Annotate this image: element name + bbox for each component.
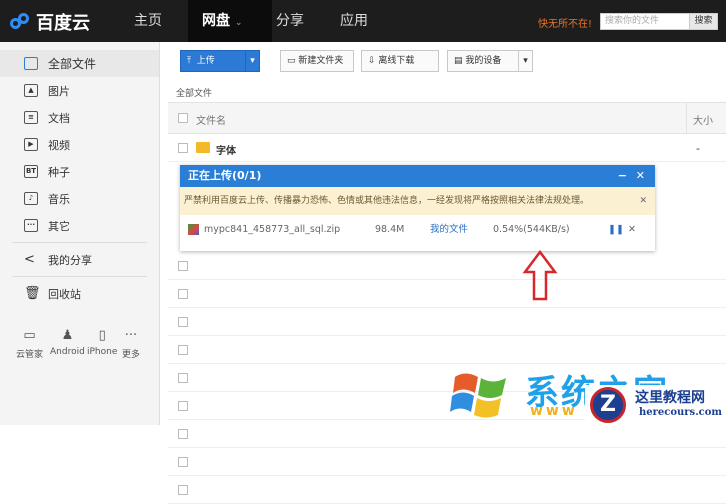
more-icon: ··· (24, 219, 38, 232)
document-icon: ≡ (24, 111, 38, 124)
sidebar-item-images[interactable]: ▲ 图片 (0, 77, 159, 104)
logo[interactable]: 百度云 (10, 9, 90, 35)
windows-flag-icon (450, 373, 506, 418)
close-icon[interactable]: ✕ (639, 187, 647, 215)
search-input[interactable]: 搜索你的文件 搜索 (600, 13, 718, 30)
warning-banner: 严禁利用百度云上传、传播暴力恐怖、色情或其他违法信息，一经发现将严格按照相关法律… (180, 187, 655, 215)
upload-icon: ⤒ (187, 56, 191, 66)
table-row[interactable] (168, 280, 726, 308)
select-all-checkbox[interactable] (178, 113, 188, 123)
minimize-icon[interactable]: − (618, 165, 627, 187)
watermark-brand2: Z 这里教程网 herecours.com (585, 385, 726, 425)
chevron-down-icon: ⌄ (234, 18, 243, 28)
divider (12, 276, 147, 277)
sidebar-item-docs[interactable]: ≡ 文档 (0, 104, 159, 131)
toolbar: ⤒ 上传 ▾ ▭ 新建文件夹 ⇩ 离线下载 ▤ 我的设备 ▾ (160, 42, 726, 78)
image-icon: ▲ (24, 84, 38, 97)
row-checkbox[interactable] (178, 429, 188, 439)
red-arrow-annotation (522, 250, 558, 301)
offline-download-button[interactable]: ⇩ 离线下载 (361, 50, 439, 72)
watermark-brand1-url: www (530, 403, 578, 419)
device-more[interactable]: ··· 更多 (122, 328, 140, 360)
upload-item: mypc841_458773_all_sql.zip 98.4M 我的文件 0.… (180, 215, 655, 245)
row-checkbox[interactable] (178, 289, 188, 299)
device-android[interactable]: ♟ Android (50, 328, 85, 357)
android-icon: ♟ (61, 328, 74, 343)
upload-panel: 正在上传(0/1) − ✕ 严禁利用百度云上传、传播暴力恐怖、色情或其他违法信息… (180, 165, 655, 251)
device-pc[interactable]: ▭ 云管家 (16, 328, 43, 360)
top-bar: 百度云 主页 网盘 ⌄ 分享 应用 快无所不在! 搜索你的文件 搜索 (0, 0, 726, 42)
nav-netdisk[interactable]: 网盘 ⌄ (188, 0, 272, 42)
my-devices-button[interactable]: ▤ 我的设备 ▾ (447, 50, 533, 72)
cloud-logo-icon (10, 13, 32, 31)
drive-icon (24, 57, 38, 70)
row-checkbox[interactable] (178, 401, 188, 411)
device-icon: ▤ (454, 56, 463, 66)
sidebar-item-my-share[interactable]: < 我的分享 (0, 246, 159, 273)
zip-file-icon (188, 224, 199, 235)
row-checkbox[interactable] (178, 485, 188, 495)
sidebar-item-all[interactable]: 全部文件 (0, 50, 159, 77)
bt-icon: BT (24, 165, 38, 178)
download-icon: ⇩ (368, 56, 376, 66)
row-checkbox[interactable] (178, 345, 188, 355)
sidebar-item-music[interactable]: ♪ 音乐 (0, 185, 159, 212)
column-size[interactable]: 大小 (686, 103, 713, 133)
device-iphone[interactable]: ▯ iPhone (87, 328, 117, 357)
sidebar: 全部文件 ▲ 图片 ≡ 文档 ▶ 视频 BT 种子 ♪ 音乐 ··· 其它 < 我的分享 🗑 回… (0, 42, 160, 425)
destination-link[interactable]: 我的文件 (430, 215, 468, 245)
sidebar-item-torrent[interactable]: BT 种子 (0, 158, 159, 185)
folder-icon: ▭ (287, 56, 296, 66)
table-row[interactable] (168, 336, 726, 364)
row-checkbox[interactable] (178, 373, 188, 383)
row-checkbox[interactable] (178, 457, 188, 467)
table-row[interactable] (168, 252, 726, 280)
breadcrumb[interactable]: 全部文件 (176, 86, 212, 99)
table-row[interactable] (168, 448, 726, 476)
row-checkbox[interactable] (178, 261, 188, 271)
z-logo-icon: Z (590, 387, 626, 423)
nav-share[interactable]: 分享 (262, 0, 318, 42)
row-checkbox[interactable] (178, 143, 188, 153)
folder-icon (196, 142, 210, 153)
nav-home[interactable]: 主页 (120, 0, 176, 42)
table-row[interactable] (168, 308, 726, 336)
watermark-windows-logo (450, 365, 510, 423)
new-folder-button[interactable]: ▭ 新建文件夹 (280, 50, 354, 72)
pause-icon[interactable]: ❚❚ (608, 215, 624, 245)
search-button[interactable]: 搜索 (689, 14, 717, 29)
table-header: 文件名 大小 (168, 102, 726, 134)
table-row[interactable] (168, 476, 726, 504)
nav-apps[interactable]: 应用 (326, 0, 382, 42)
video-icon: ▶ (24, 138, 38, 151)
more-icon: ··· (124, 328, 138, 343)
slogan: 快无所不在! (538, 19, 593, 30)
table-row[interactable]: 字体 - (168, 134, 726, 162)
chevron-down-icon[interactable]: ▾ (518, 51, 532, 71)
upload-panel-header: 正在上传(0/1) − ✕ (180, 165, 655, 187)
monitor-icon: ▭ (23, 328, 36, 343)
sidebar-item-trash[interactable]: 🗑 回收站 (0, 280, 159, 307)
cancel-icon[interactable]: ✕ (628, 215, 636, 245)
trash-icon: 🗑 (24, 286, 41, 301)
row-checkbox[interactable] (178, 317, 188, 327)
close-icon[interactable]: ✕ (636, 165, 645, 187)
share-icon: < (24, 252, 35, 267)
music-icon: ♪ (24, 192, 38, 205)
sidebar-item-video[interactable]: ▶ 视频 (0, 131, 159, 158)
chevron-down-icon[interactable]: ▾ (245, 51, 259, 71)
upload-button[interactable]: ⤒ 上传 ▾ (180, 50, 260, 72)
divider (12, 242, 147, 243)
phone-icon: ▯ (98, 328, 106, 343)
sidebar-item-other[interactable]: ··· 其它 (0, 212, 159, 239)
upload-progress: 0.54%(544KB/s) (493, 224, 570, 235)
